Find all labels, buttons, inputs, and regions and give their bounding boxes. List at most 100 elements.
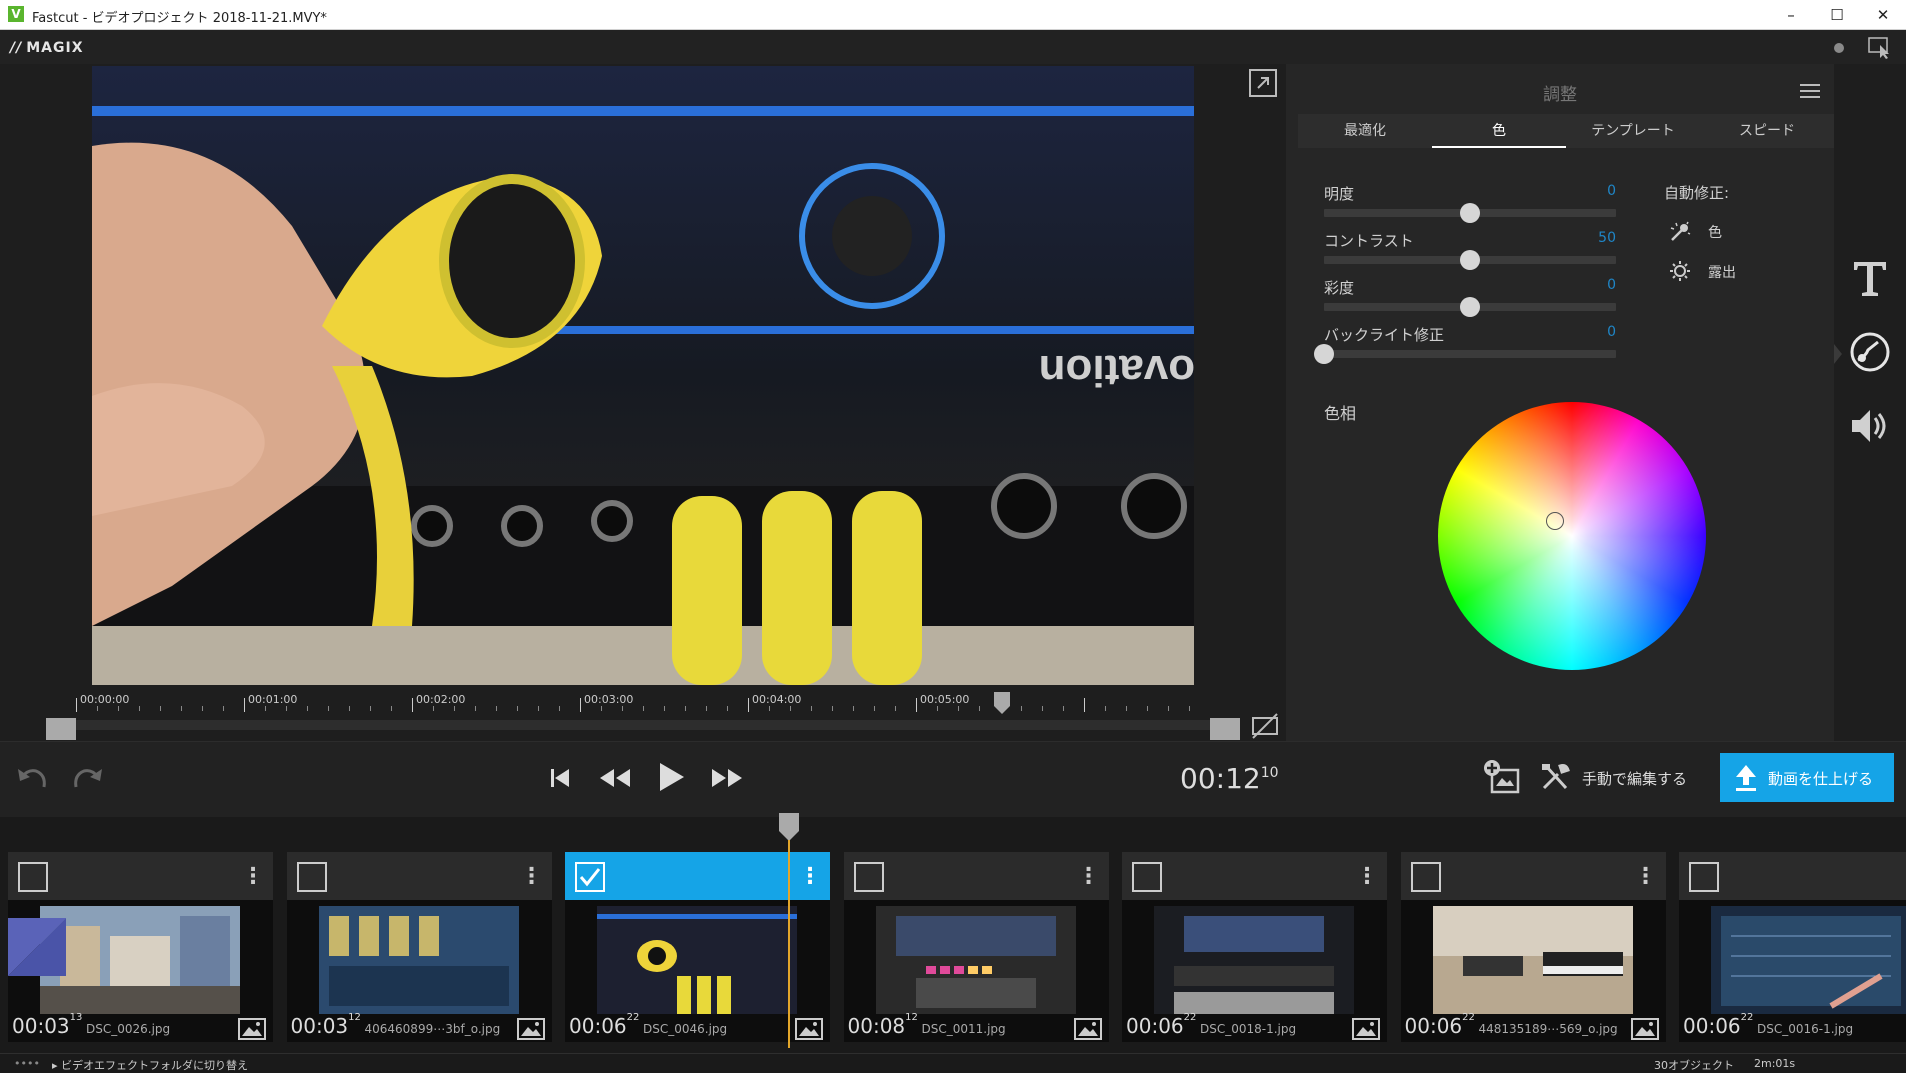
clip-menu-icon[interactable]: ⋮ (1078, 862, 1100, 892)
ruler-minor-tick (181, 706, 182, 711)
clip-checkbox[interactable] (1410, 862, 1441, 892)
clip-duration-value: 00:03 (12, 1014, 70, 1038)
hue-color-wheel[interactable] (1438, 402, 1706, 670)
clip-card[interactable]: ⋮ 00:0622 448135189⋯569_o.jpg (1400, 852, 1666, 1042)
top-bar (0, 30, 1906, 64)
slider-knob[interactable] (1314, 344, 1334, 364)
sun-icon (1670, 261, 1690, 281)
clip-menu-icon[interactable]: ⋮ (799, 862, 821, 892)
minimize-button[interactable]: – (1768, 0, 1814, 30)
skip-to-start-icon[interactable] (548, 764, 572, 792)
clip-filename: DSC_0016-1.jpg (1757, 1022, 1854, 1036)
clip-checkbox[interactable] (1132, 862, 1162, 892)
clip-thumbnail-image (1432, 906, 1633, 1014)
clip-duration-value: 00:06 (1683, 1014, 1741, 1038)
clip-duration-frames: 22 (1462, 1012, 1475, 1023)
clip-menu-icon[interactable]: ⋮ (1635, 862, 1657, 892)
play-icon[interactable] (656, 760, 686, 794)
clip-checkbox[interactable] (575, 862, 605, 892)
ruler-label: 00:05:00 (920, 693, 970, 706)
timeline-track[interactable] (62, 720, 1240, 730)
status-bar: •••• ▸ ビデオエフェクトフォルダに切り替え 30オブジェクト 2m:01s (0, 1053, 1906, 1073)
slider-knob[interactable] (1460, 250, 1480, 270)
clip-checkbox[interactable] (853, 862, 884, 892)
slider-knob[interactable] (1460, 203, 1480, 223)
slider-track[interactable] (1324, 350, 1616, 358)
clip-menu-icon[interactable]: ⋮ (521, 862, 543, 892)
ruler-major-tick (748, 698, 749, 712)
rewind-icon[interactable] (598, 764, 632, 792)
playhead-handle[interactable] (778, 813, 800, 841)
close-button[interactable]: ✕ (1860, 0, 1906, 30)
ruler-minor-tick (769, 706, 770, 711)
backlight-slider[interactable]: バックライト修正 0 (1314, 324, 1616, 364)
clip-filename: 448135189⋯569_o.jpg (1478, 1022, 1618, 1036)
ruler-minor-tick (286, 706, 287, 711)
ruler-label: 00:00:00 (80, 693, 130, 706)
audio-tool-icon[interactable] (1848, 404, 1892, 448)
switch-effects-folder-link[interactable]: ▸ ビデオエフェクトフォルダに切り替え (52, 1057, 248, 1073)
clip-card[interactable]: ⋮ 00:0622 DSC_0018-1.jpg (1122, 852, 1387, 1042)
ruler-minor-tick (496, 706, 497, 711)
ruler-minor-tick (1105, 706, 1106, 711)
saturation-slider[interactable]: 彩度 0 (1324, 277, 1616, 317)
clip-duration: 00:0622 (569, 1012, 639, 1038)
contrast-slider[interactable]: コントラスト 50 (1324, 230, 1616, 270)
ruler-minor-tick (832, 706, 833, 711)
ruler-minor-tick (328, 706, 329, 711)
transition-icon[interactable] (8, 918, 66, 976)
clip-menu-icon[interactable]: ⋮ (1356, 862, 1378, 892)
clip-menu-icon[interactable]: ⋮ (242, 862, 264, 892)
ruler-minor-tick (874, 706, 875, 711)
clip-duration-frames: 22 (1183, 1012, 1197, 1023)
finish-video-button[interactable]: 動画を仕上げる (1720, 753, 1894, 802)
video-preview[interactable]: novation (92, 66, 1194, 685)
menu-icon[interactable] (1800, 82, 1820, 100)
clip-header: ⋮ (565, 852, 830, 900)
tab-optimize[interactable]: 最適化 (1298, 114, 1432, 148)
clip-checkbox[interactable] (18, 862, 48, 892)
clip-card[interactable]: ⋮ 00:0812 DSC_0011.jpg (843, 852, 1109, 1042)
slider-knob[interactable] (1460, 297, 1480, 317)
redo-icon[interactable] (70, 763, 106, 793)
clip-checkbox[interactable] (296, 862, 327, 892)
tab-color[interactable]: 色 (1432, 114, 1566, 148)
pointer-select-icon[interactable] (1868, 37, 1892, 59)
clip-card[interactable]: ⋮ 00:0622DSC_0016-1.jpg (1679, 852, 1906, 1042)
clip-header: ⋮ (1122, 852, 1387, 900)
image-type-icon (1630, 1018, 1659, 1040)
timeline-end-handle[interactable] (1210, 718, 1240, 740)
add-media-icon[interactable] (1482, 758, 1522, 796)
timeline-ruler[interactable]: 00:00:00 00:01:00 00:02:00 00:03:00 00:0… (40, 688, 1240, 740)
window-title: Fastcut - ビデオプロジェクト 2018-11-21.MVY* (32, 11, 327, 26)
text-tool-icon[interactable] (1848, 256, 1892, 300)
preview-position-marker[interactable] (992, 692, 1012, 714)
timeline-start-handle[interactable] (46, 718, 76, 740)
auto-color-label: 色 (1708, 225, 1722, 241)
hue-cursor[interactable] (1546, 512, 1564, 530)
ruler-label: 00:02:00 (416, 693, 466, 706)
clip-card[interactable]: ⋮ 00:0312 406460899⋯3bf_o.jpg (286, 852, 552, 1042)
clip-checkbox[interactable] (1689, 862, 1719, 892)
clip-duration-value: 00:03 (290, 1014, 349, 1038)
fullscreen-icon[interactable] (1248, 68, 1278, 98)
ruler-minor-tick (1168, 706, 1169, 711)
tab-template[interactable]: テンプレート (1566, 114, 1700, 148)
fast-forward-icon[interactable] (710, 764, 744, 792)
tab-speed[interactable]: スピード (1700, 114, 1834, 148)
ruler-major-tick (916, 698, 917, 712)
undo-icon[interactable] (14, 763, 50, 793)
adjust-tool-icon[interactable] (1848, 330, 1892, 374)
ruler-label: 00:04:00 (752, 693, 802, 706)
auto-exposure-label: 露出 (1708, 265, 1736, 281)
manual-edit-button[interactable]: 手動で編集する (1536, 758, 1688, 796)
ruler-minor-tick (118, 706, 119, 711)
clip-card[interactable]: ⋮ 00:0622 DSC_0046.jpg (565, 852, 830, 1042)
clip-info: 00:0622 DSC_0016-1.jpg (1679, 1012, 1906, 1042)
auto-correct-label: 自動修正: (1664, 184, 1730, 202)
aspect-ratio-icon[interactable] (1251, 712, 1279, 740)
brightness-slider[interactable]: 明度 0 (1324, 183, 1616, 223)
clip-card[interactable]: ⋮ 00:0313 DSC_0026.jpg (8, 852, 273, 1042)
clip-duration-frames: 12 (905, 1012, 918, 1023)
maximize-button[interactable]: ☐ (1814, 0, 1860, 30)
